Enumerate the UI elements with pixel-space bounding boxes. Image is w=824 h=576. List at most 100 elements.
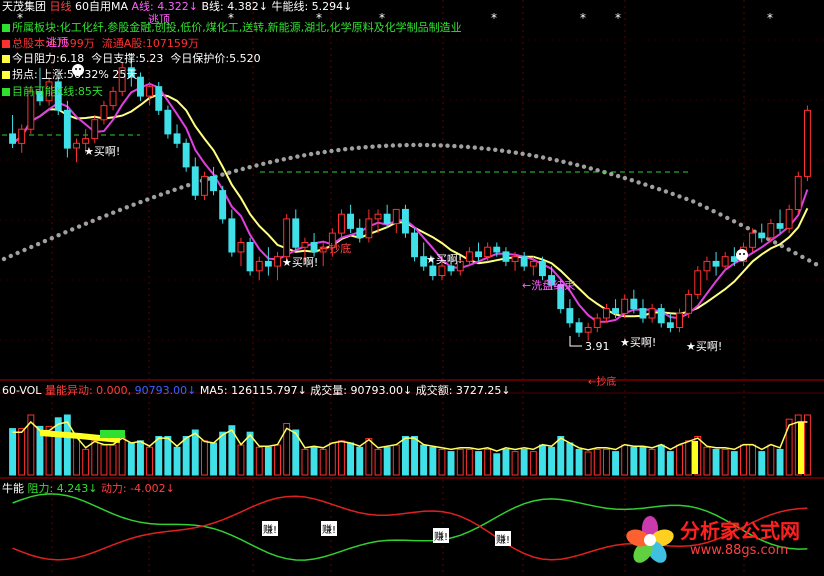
trend-dot xyxy=(800,254,805,260)
volume-bar xyxy=(603,448,610,476)
trend-dot xyxy=(534,154,539,159)
candle-body xyxy=(301,242,309,248)
support-text: 今日支撑:5.23 xyxy=(91,52,164,65)
trend-dot xyxy=(568,161,573,166)
trend-dot xyxy=(390,143,396,148)
trend-dot xyxy=(97,215,102,221)
volume-bar xyxy=(593,448,601,476)
candle-body xyxy=(100,105,108,121)
trend-dot xyxy=(349,146,355,151)
trend-dot xyxy=(49,236,54,241)
candle-body xyxy=(91,119,99,140)
trend-dot xyxy=(131,202,136,207)
vol-name: 60-VOL xyxy=(2,384,42,397)
candle-body xyxy=(630,298,638,310)
volume-bar xyxy=(328,442,336,476)
candle-body xyxy=(210,175,218,192)
trend-dot xyxy=(76,224,82,229)
volume-bar xyxy=(502,448,510,476)
volume-bar xyxy=(255,446,263,476)
trend-dot xyxy=(172,187,177,192)
trend-dot xyxy=(622,175,628,181)
trend-dot xyxy=(90,218,95,224)
candle-body xyxy=(283,218,291,258)
trend-dot xyxy=(670,191,675,197)
trend-dot xyxy=(343,147,348,152)
candle-body xyxy=(648,308,656,319)
smiley-icon xyxy=(736,249,748,261)
candle-body xyxy=(493,246,501,253)
low-price-label: 3.91 xyxy=(585,340,610,353)
trend-dot xyxy=(527,152,532,158)
trend-dot xyxy=(465,144,471,150)
trend-dot xyxy=(793,251,798,256)
trend-dot xyxy=(15,250,20,256)
trend-dot xyxy=(247,165,252,170)
candle-body xyxy=(411,232,419,258)
volume-bar xyxy=(685,440,693,476)
volume-bar xyxy=(456,448,464,476)
trend-dot xyxy=(104,213,109,218)
candle-body xyxy=(749,232,756,248)
candle-body xyxy=(438,265,446,277)
trend-dot xyxy=(581,164,587,169)
volume-bar xyxy=(767,444,775,476)
candle-body xyxy=(639,308,647,319)
candle-body xyxy=(603,308,610,319)
volume-bar xyxy=(219,431,227,476)
candle-body xyxy=(685,293,693,314)
volume-bar-highlight xyxy=(798,422,804,474)
candle-body xyxy=(529,260,537,267)
top-escape-label-2: 逃顶 xyxy=(46,36,68,49)
volume-bar xyxy=(520,448,528,476)
volume-bar xyxy=(703,446,711,476)
volume-bar xyxy=(155,436,163,476)
trend-dot xyxy=(124,205,129,210)
earn-label-3: 赚! xyxy=(433,528,450,543)
trend-dot xyxy=(145,197,150,202)
trend-dot xyxy=(691,199,696,204)
trend-dot xyxy=(411,142,416,148)
trend-dot xyxy=(786,247,791,252)
volume-bar xyxy=(146,446,154,476)
volume-bar xyxy=(584,451,592,476)
trend-dot xyxy=(725,215,730,221)
abn-value: 0.000, xyxy=(96,384,132,397)
pivot-row: 拐点: 上涨:56.32% 25天 xyxy=(2,68,137,82)
candle-body xyxy=(219,190,227,220)
volume-bar xyxy=(264,446,272,476)
candle-body xyxy=(502,251,510,262)
sector-row: 所属板块:化工化纤,参股金融,创投,低价,煤化工,送转,新能源,湖北,化学原料及… xyxy=(2,21,462,35)
candle-body xyxy=(520,256,528,267)
volume-bar xyxy=(529,451,537,476)
candle-body xyxy=(539,260,546,277)
candle-body xyxy=(73,142,80,149)
trend-dot xyxy=(281,157,286,162)
volume-bar xyxy=(712,448,720,476)
trend-dot xyxy=(158,192,164,197)
volume-bar xyxy=(118,436,126,476)
volume-bar xyxy=(310,446,318,476)
bottom-label: ←抄底 xyxy=(320,242,352,255)
abn-label: 量能异动: xyxy=(44,384,93,397)
volume-bar xyxy=(402,436,409,476)
trend-dot xyxy=(479,146,484,151)
volume-bar xyxy=(383,446,391,476)
smiley-eye xyxy=(743,253,745,255)
candle-body xyxy=(804,109,811,177)
trend-dot xyxy=(29,244,34,250)
candle-body xyxy=(365,218,373,239)
volume-bar xyxy=(566,442,574,476)
trend-dot xyxy=(83,221,89,226)
trend-dot xyxy=(459,144,464,149)
trend-dot xyxy=(302,153,307,158)
trend-dot xyxy=(520,151,525,156)
trend-dot xyxy=(186,183,191,188)
candle-body xyxy=(274,256,282,267)
trend-dot xyxy=(356,145,361,150)
volume-bar xyxy=(246,431,254,476)
trend-dot xyxy=(267,160,273,165)
top-star-icon: * xyxy=(580,11,586,25)
abn-value-2: 90793.00↓ xyxy=(134,384,197,397)
trend-dot xyxy=(179,185,184,190)
